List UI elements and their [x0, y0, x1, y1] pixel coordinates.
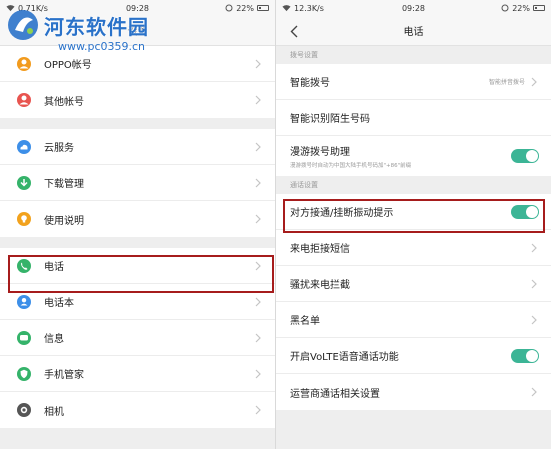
phone-manager-icon	[16, 366, 32, 382]
setting-reject-sms[interactable]: 来电拒接短信	[276, 230, 551, 266]
page-title: 设置	[127, 27, 148, 38]
chevron-right-icon	[255, 296, 263, 308]
settings-item-contacts[interactable]: 电话本	[0, 284, 275, 320]
settings-item-label: 电话本	[44, 298, 74, 309]
other-account-icon	[16, 92, 32, 108]
back-arrow-icon[interactable]	[286, 23, 302, 39]
settings-group-services: 云服务 下载管理 使用说明	[0, 129, 275, 237]
setting-label: 智能识别陌生号码	[290, 114, 370, 125]
message-icon	[16, 330, 32, 346]
status-bar: 12.3K/s 09:28 22%	[276, 0, 551, 16]
vibrate-toggle[interactable]	[511, 204, 539, 219]
camera-icon	[16, 402, 32, 418]
phone-icon	[16, 258, 32, 274]
chevron-right-icon	[531, 314, 539, 326]
battery-percent: 22%	[512, 3, 530, 13]
settings-item-label: 下载管理	[44, 179, 84, 190]
setting-blacklist[interactable]: 黑名单	[276, 302, 551, 338]
chevron-right-icon	[255, 404, 263, 416]
setting-label: 运营商通话相关设置	[290, 388, 380, 400]
nav-bar: 电话	[276, 16, 551, 46]
status-bar: 0.71K/s 09:28 22%	[0, 0, 275, 16]
setting-label: 来电拒接短信	[290, 244, 350, 255]
settings-item-download[interactable]: 下载管理	[0, 165, 275, 201]
settings-item-label: 使用说明	[44, 215, 84, 227]
settings-item-oppo-account[interactable]: OPPO帐号	[0, 46, 275, 82]
setting-label: 对方接通/挂断振动提示	[290, 208, 394, 219]
setting-volte[interactable]: 开启VoLTE语音通话功能	[276, 338, 551, 374]
chevron-right-icon	[531, 386, 539, 398]
network-speed: 12.3K/s	[294, 3, 324, 13]
contacts-icon	[16, 294, 32, 310]
chevron-right-icon	[255, 368, 263, 380]
setting-smart-stranger-id[interactable]: 智能识别陌生号码	[276, 100, 551, 136]
setting-label: 开启VoLTE语音通话功能	[290, 352, 399, 363]
nav-bar: 设置	[0, 16, 275, 46]
setting-label: 漫游拨号助理	[290, 147, 350, 158]
phone-settings-screen: 12.3K/s 09:28 22% 电话 拨号设置 智能拨号 智能拼音拨号 智能…	[276, 0, 551, 449]
setting-carrier-call[interactable]: 运营商通话相关设置	[276, 374, 551, 410]
settings-item-cloud[interactable]: 云服务	[0, 129, 275, 165]
roaming-toggle[interactable]	[511, 149, 539, 163]
setting-value: 智能拼音拨号	[488, 79, 525, 86]
setting-label: 黑名单	[290, 316, 320, 327]
settings-item-camera[interactable]: 相机	[0, 392, 275, 428]
page-title: 电话	[403, 27, 424, 38]
setting-label: 智能拨号	[290, 78, 330, 89]
network-speed: 0.71K/s	[18, 3, 48, 13]
settings-item-label: 云服务	[44, 143, 74, 154]
settings-item-label: OPPO帐号	[44, 60, 92, 71]
settings-screen: 0.71K/s 09:28 22% 设置 OPPO帐号 其他帐号 云服务 下载管…	[0, 0, 275, 449]
settings-group-call: 对方接通/挂断振动提示 来电拒接短信 骚扰来电拦截 黑名单 开启VoLTE语音通…	[276, 194, 551, 410]
chevron-right-icon	[255, 141, 263, 153]
settings-item-phone[interactable]: 电话	[0, 248, 275, 284]
alarm-icon	[225, 4, 233, 12]
download-icon	[16, 175, 32, 191]
chevron-right-icon	[255, 213, 263, 225]
settings-item-other-account[interactable]: 其他帐号	[0, 82, 275, 118]
settings-item-label: 电话	[44, 262, 64, 273]
help-bulb-icon	[16, 211, 32, 227]
wifi-icon	[6, 5, 15, 12]
settings-item-label: 信息	[44, 334, 64, 345]
battery-percent: 22%	[236, 3, 254, 13]
chevron-right-icon	[531, 278, 539, 290]
setting-roaming-assistant[interactable]: 漫游拨号助理 漫游拨号时自动为中国大陆手机号码加"+86"前缀	[276, 136, 551, 176]
alarm-icon	[501, 4, 509, 12]
wifi-icon	[282, 5, 291, 12]
cloud-icon	[16, 139, 32, 155]
setting-harassment-block[interactable]: 骚扰来电拦截	[276, 266, 551, 302]
chevron-right-icon	[255, 260, 263, 272]
chevron-right-icon	[255, 58, 263, 70]
settings-group-accounts: OPPO帐号 其他帐号	[0, 46, 275, 118]
settings-item-label: 相机	[44, 406, 64, 418]
settings-item-messages[interactable]: 信息	[0, 320, 275, 356]
section-header-dial: 拨号设置	[276, 46, 551, 64]
settings-item-label: 手机管家	[44, 370, 84, 381]
chevron-right-icon	[255, 332, 263, 344]
chevron-right-icon	[531, 76, 539, 88]
chevron-right-icon	[531, 242, 539, 254]
settings-item-phone-manager[interactable]: 手机管家	[0, 356, 275, 392]
chevron-right-icon	[255, 177, 263, 189]
settings-item-label: 其他帐号	[44, 96, 84, 108]
settings-group-apps: 电话 电话本 信息 手机管家 相机	[0, 248, 275, 428]
setting-label: 骚扰来电拦截	[290, 280, 350, 291]
setting-vibrate-on-connect[interactable]: 对方接通/挂断振动提示	[276, 194, 551, 230]
chevron-right-icon	[255, 94, 263, 106]
volte-toggle[interactable]	[511, 348, 539, 363]
setting-smart-dial[interactable]: 智能拨号 智能拼音拨号	[276, 64, 551, 100]
setting-description: 漫游拨号时自动为中国大陆手机号码加"+86"前缀	[290, 163, 412, 169]
settings-item-help[interactable]: 使用说明	[0, 201, 275, 237]
settings-group-dial: 智能拨号 智能拼音拨号 智能识别陌生号码 漫游拨号助理 漫游拨号时自动为中国大陆…	[276, 64, 551, 176]
section-header-call: 通话设置	[276, 176, 551, 194]
oppo-account-icon	[16, 56, 32, 72]
battery-icon	[533, 5, 545, 11]
battery-icon	[257, 5, 269, 11]
